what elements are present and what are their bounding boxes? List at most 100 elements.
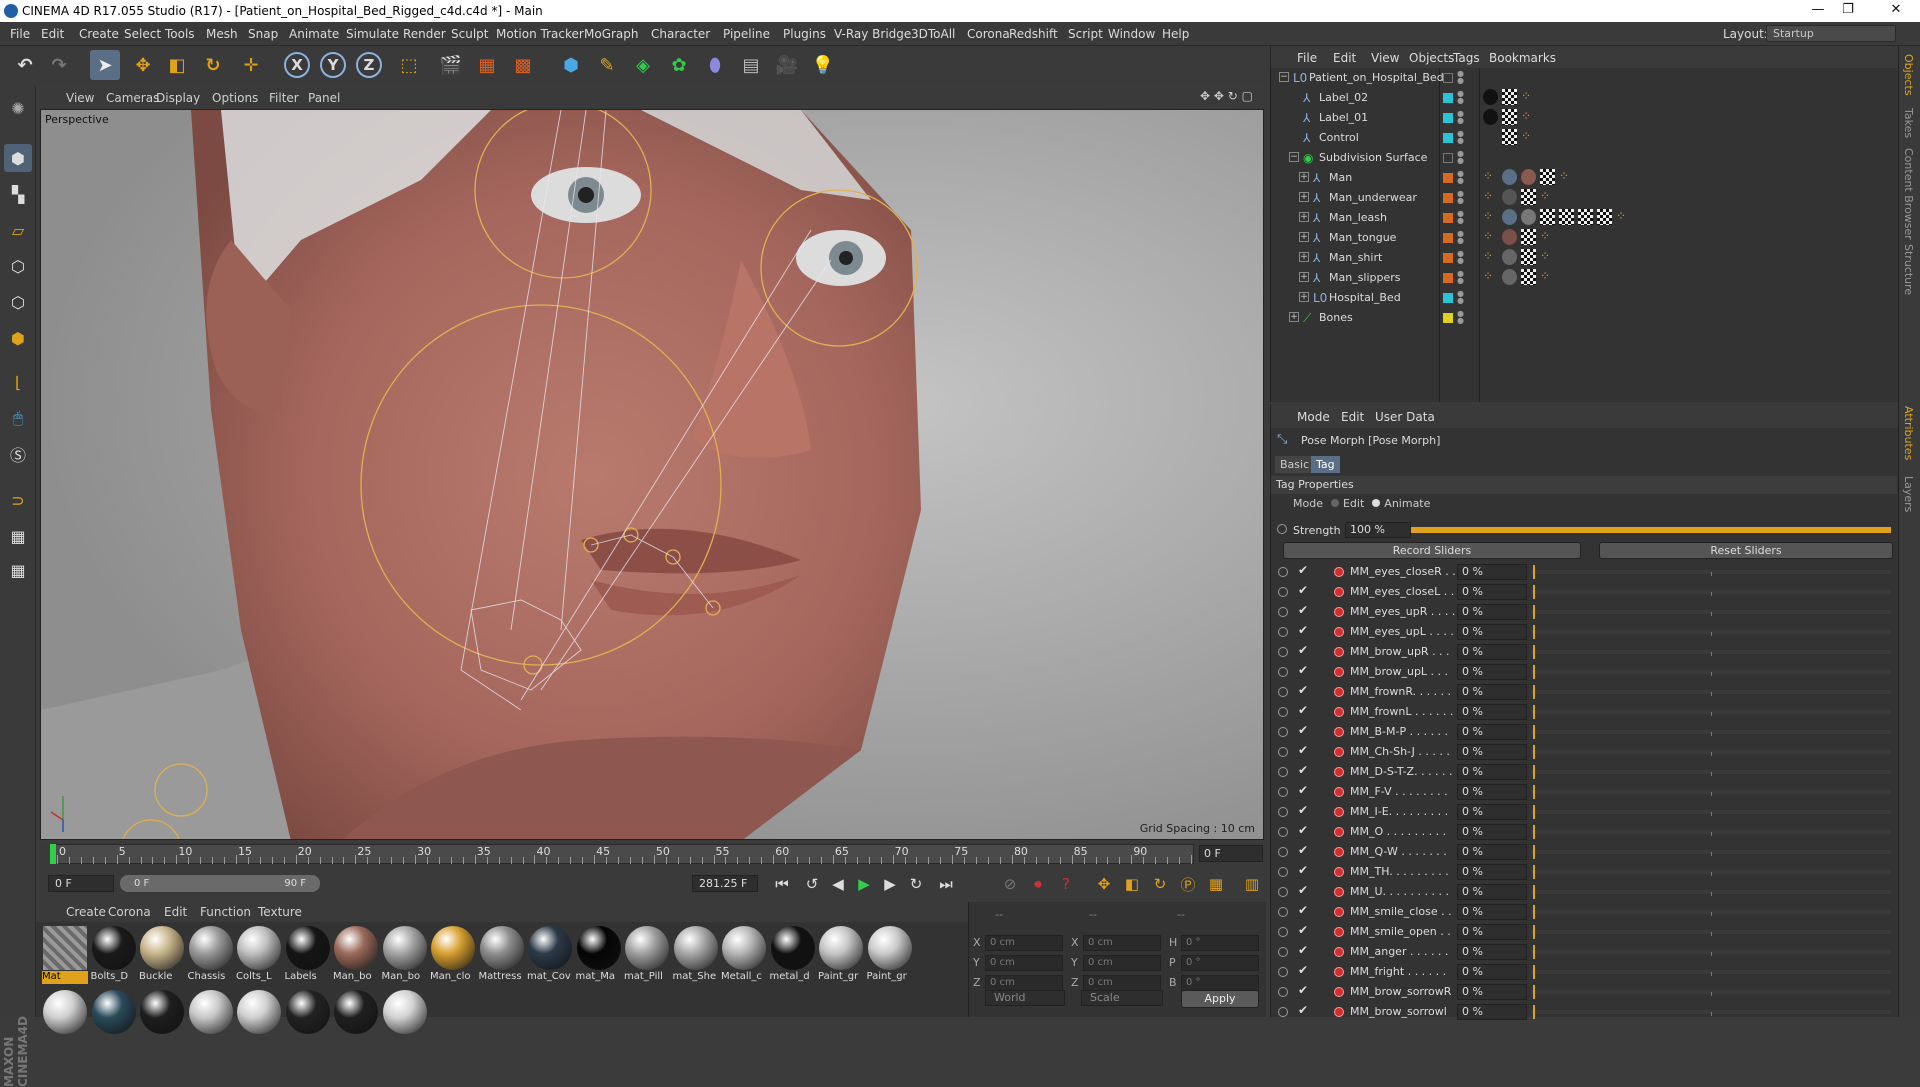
morph-slider-handle[interactable] (1533, 725, 1535, 739)
object-tag-icon[interactable]: ⁘ (1559, 169, 1574, 185)
mode-edit-radio[interactable] (1330, 499, 1339, 507)
morph-slider-handle[interactable] (1533, 845, 1535, 859)
slider-anim-icon[interactable] (1278, 967, 1288, 977)
morph-value-field[interactable]: 0 % (1457, 884, 1527, 900)
morph-value-field[interactable]: 0 % (1457, 824, 1527, 840)
render-settings-icon[interactable]: ▩ (508, 50, 538, 80)
subdivision-icon[interactable]: ◈ (628, 50, 658, 80)
tweak-mode-icon[interactable]: 🖱 (4, 404, 32, 432)
layer-color-swatch[interactable] (1443, 213, 1453, 223)
coord-value-field[interactable]: 0 ° (1181, 975, 1259, 991)
slider-record-icon[interactable] (1334, 987, 1344, 997)
prev-key-icon[interactable]: ↺ (800, 872, 824, 896)
keyframe-selection-icon[interactable]: ? (1054, 872, 1078, 896)
attribute-menu-edit[interactable]: Edit (1341, 410, 1364, 424)
material-swatch[interactable] (333, 990, 379, 1048)
layer-color-swatch[interactable] (1443, 133, 1453, 143)
light-icon[interactable]: 💡 (808, 50, 838, 80)
slider-enable-checkbox[interactable]: ✔ (1298, 943, 1308, 957)
expand-toggle-icon[interactable]: + (1299, 272, 1309, 282)
viewport-menu-panel[interactable]: Panel (308, 91, 340, 105)
material-menu-function[interactable]: Function (200, 905, 251, 919)
key-pla-icon[interactable]: ▦ (1204, 872, 1228, 896)
object-tag-icon[interactable] (1502, 249, 1517, 265)
material-swatch[interactable] (236, 990, 282, 1048)
material-swatch[interactable]: mat_Pill (624, 926, 670, 984)
slider-record-icon[interactable] (1334, 1007, 1344, 1017)
material-swatch[interactable]: Chassis (188, 926, 234, 984)
slider-enable-checkbox[interactable]: ✔ (1298, 603, 1308, 617)
visibility-dots-icon[interactable]: ● ● (1457, 90, 1464, 105)
slider-anim-icon[interactable] (1278, 767, 1288, 777)
material-swatch[interactable]: mat_She (673, 926, 719, 984)
object-tag-icon[interactable]: ⁘ (1521, 89, 1536, 105)
axis-mode-icon[interactable]: ⌊ (4, 368, 32, 396)
slider-enable-checkbox[interactable]: ✔ (1298, 903, 1308, 917)
preview-range-slider[interactable]: 0 F 90 F (120, 875, 320, 892)
slider-record-icon[interactable] (1334, 587, 1344, 597)
morph-value-field[interactable]: 0 % (1457, 704, 1527, 720)
material-swatch[interactable] (42, 990, 88, 1048)
object-tag-icon[interactable]: ⁘ (1483, 189, 1498, 205)
maximize-button[interactable]: ❐ (1838, 2, 1858, 17)
material-menu-edit[interactable]: Edit (164, 905, 187, 919)
material-swatch[interactable] (285, 990, 331, 1048)
object-tag-icon[interactable]: ⁘ (1521, 109, 1536, 125)
viewport-menu-options[interactable]: Options (212, 91, 258, 105)
viewport-menu-cameras[interactable]: Cameras (106, 91, 159, 105)
material-swatch[interactable]: Mattress (479, 926, 525, 984)
layout-select[interactable]: Startup (1766, 25, 1896, 42)
object-row[interactable]: + ⟋ Bones ● ● (1271, 308, 1897, 328)
close-button[interactable]: ✕ (1886, 2, 1906, 17)
deformer-icon[interactable]: ⬮ (700, 50, 730, 80)
slider-enable-checkbox[interactable]: ✔ (1298, 663, 1308, 677)
menu-window[interactable]: Window (1108, 27, 1155, 41)
slider-record-icon[interactable] (1334, 687, 1344, 697)
start-frame-field[interactable]: 0 F (48, 875, 114, 892)
morph-value-field[interactable]: 0 % (1457, 744, 1527, 760)
menu-v-ray-bridge[interactable]: V-Ray Bridge (834, 27, 911, 41)
viewport-menu-view[interactable]: View (66, 91, 94, 105)
object-menu-edit[interactable]: Edit (1333, 51, 1356, 65)
slider-anim-icon[interactable] (1278, 867, 1288, 877)
texture-mode-icon[interactable]: ▚ (4, 180, 32, 208)
render-view-icon[interactable]: 🎬 (436, 50, 466, 80)
object-row[interactable]: + L0 Hospital_Bed ● ● (1271, 288, 1897, 308)
object-tag-icon[interactable]: ⁘ (1521, 129, 1536, 145)
slider-anim-icon[interactable] (1278, 667, 1288, 677)
slider-enable-checkbox[interactable]: ✔ (1298, 623, 1308, 637)
object-row[interactable]: + ⅄ Man_shirt ● ● ⁘ ⁘ (1271, 248, 1897, 268)
floor-icon[interactable]: ▤ (736, 50, 766, 80)
expand-toggle-icon[interactable]: + (1289, 312, 1299, 322)
visibility-dots-icon[interactable]: ● ● (1457, 150, 1464, 165)
morph-value-field[interactable]: 0 % (1457, 624, 1527, 640)
select-icon[interactable]: ➤ (90, 50, 120, 80)
slider-enable-checkbox[interactable]: ✔ (1298, 923, 1308, 937)
material-swatch[interactable]: metal_d (770, 926, 816, 984)
material-swatch[interactable]: Paint_gr (867, 926, 913, 984)
undo-icon[interactable]: ↶ (10, 50, 40, 80)
morph-value-field[interactable]: 0 % (1457, 924, 1527, 940)
prev-frame-icon[interactable]: ◀ (826, 872, 850, 896)
slider-enable-checkbox[interactable]: ✔ (1298, 863, 1308, 877)
morph-value-field[interactable]: 0 % (1457, 864, 1527, 880)
model-mode-icon[interactable]: ⬢ (4, 144, 32, 172)
visibility-dots-icon[interactable]: ● ● (1457, 250, 1464, 265)
morph-value-field[interactable]: 0 % (1457, 904, 1527, 920)
morph-value-field[interactable]: 0 % (1457, 764, 1527, 780)
object-row[interactable]: + ⅄ Man_tongue ● ● ⁘ ⁘ (1271, 228, 1897, 248)
layer-color-swatch[interactable] (1443, 313, 1453, 323)
pen-icon[interactable]: ✎ (592, 50, 622, 80)
slider-record-icon[interactable] (1334, 667, 1344, 677)
make-editable-icon[interactable]: ✺ (4, 94, 32, 122)
play-icon[interactable]: ▶ (852, 872, 876, 896)
material-swatch[interactable]: mat_Ma (576, 926, 622, 984)
slider-record-icon[interactable] (1334, 867, 1344, 877)
slider-enable-checkbox[interactable]: ✔ (1298, 883, 1308, 897)
visibility-dots-icon[interactable]: ● ● (1457, 190, 1464, 205)
live-select-icon[interactable]: ✛ (236, 50, 266, 80)
workplane-icon[interactable]: ▱ (4, 216, 32, 244)
material-swatch[interactable]: Bolts_D (91, 926, 137, 984)
morph-slider-handle[interactable] (1533, 605, 1535, 619)
menu-tools[interactable]: Tools (165, 27, 195, 41)
